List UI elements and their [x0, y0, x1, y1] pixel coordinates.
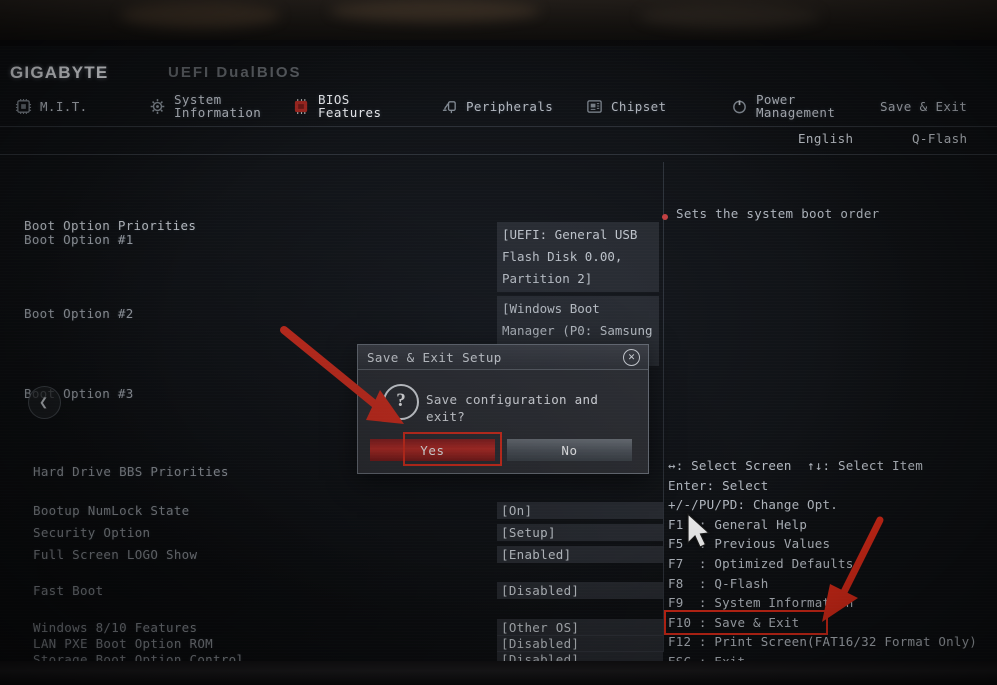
row-label-full-screen-logo[interactable]: Full Screen LOGO Show — [33, 547, 197, 562]
menu-item-system-information-label: System Information — [174, 92, 262, 120]
no-button[interactable]: No — [507, 439, 632, 461]
menu-item-power-management-label: Power Management — [756, 92, 836, 120]
help-text: Sets the system boot order — [676, 206, 880, 221]
row-label-storage-boot-control[interactable]: Storage Boot Option Control — [33, 652, 244, 661]
dialog-message: Save configuration and exit? — [426, 392, 599, 424]
chip-red-icon — [292, 98, 311, 115]
row-label-windows-features[interactable]: Windows 8/10 Features — [33, 620, 197, 635]
highlight-yes-button — [403, 432, 502, 466]
row-value-bootup-numlock[interactable]: [On] — [497, 502, 663, 519]
desk-surface-bottom — [0, 661, 997, 685]
row-label-security-option[interactable]: Security Option — [33, 525, 150, 540]
uefi-dualbios-label: UEFI DualBIOS — [168, 64, 302, 81]
power-icon — [730, 98, 749, 115]
row-value-boot-option-1[interactable]: [UEFI: General USB Flash Disk 0.00, Part… — [497, 222, 659, 292]
help-marker-dot — [662, 214, 668, 220]
row-label-fast-boot[interactable]: Fast Boot — [33, 583, 103, 598]
menu-item-chipset[interactable]: Chipset — [585, 86, 666, 126]
menu-item-peripherals-label: Peripherals — [466, 98, 554, 114]
row-value-full-screen-logo[interactable]: [Enabled] — [497, 546, 663, 563]
section-title-boot-priorities: Boot Option Priorities — [24, 218, 197, 233]
screenshot-root: GIGABYTE UEFI DualBIOS M.I.T. System Inf… — [0, 0, 997, 685]
menu-item-power-management[interactable]: Power Management — [730, 86, 835, 126]
monitor-screen: GIGABYTE UEFI DualBIOS M.I.T. System Inf… — [0, 46, 997, 661]
plug-icon — [440, 98, 459, 115]
language-selector[interactable]: English — [798, 131, 853, 146]
menu-item-mit-label: M.I.T. — [40, 98, 88, 114]
divider-sub — [0, 154, 997, 155]
menu-item-save-and-exit-label: Save & Exit — [880, 98, 968, 114]
highlight-f10-save-exit — [664, 610, 828, 635]
row-value-windows-features[interactable]: [Other OS] — [497, 619, 663, 636]
chevron-left-icon[interactable]: ❮ — [28, 386, 61, 419]
menu-item-chipset-label: Chipset — [611, 98, 667, 114]
menu-item-save-and-exit[interactable]: Save & Exit — [880, 86, 967, 126]
menu-item-bios-features-label: BIOS Features — [318, 92, 382, 120]
divider-top — [0, 126, 997, 127]
panel-divider — [663, 162, 664, 652]
row-label-bootup-numlock[interactable]: Bootup NumLock State — [33, 503, 190, 518]
row-value-lan-pxe-rom[interactable]: [Disabled] — [497, 635, 663, 652]
row-label-boot-option-1[interactable]: Boot Option #1 — [24, 232, 134, 247]
qflash-button[interactable]: Q-Flash — [912, 131, 967, 146]
menu-item-system-information[interactable]: System Information — [148, 86, 261, 126]
row-label-boot-option-2[interactable]: Boot Option #2 — [24, 306, 134, 321]
red-arrow-to-f10-icon — [818, 514, 888, 629]
main-menu-bar: M.I.T. System Information BIOS Features — [0, 86, 997, 126]
menu-item-mit[interactable]: M.I.T. — [14, 86, 88, 126]
row-value-storage-boot-control[interactable]: [Disabled] — [497, 651, 663, 661]
sub-toolbar: English Q-Flash — [0, 128, 997, 154]
gigabyte-logo: GIGABYTE — [10, 63, 109, 82]
bios-setup-utility: GIGABYTE UEFI DualBIOS M.I.T. System Inf… — [0, 46, 997, 661]
row-label-hard-drive-bbs[interactable]: Hard Drive BBS Priorities — [33, 464, 229, 479]
gear-icon — [148, 98, 167, 115]
menu-item-peripherals[interactable]: Peripherals — [440, 86, 553, 126]
row-value-fast-boot[interactable]: [Disabled] — [497, 582, 663, 599]
brand-bar: GIGABYTE UEFI DualBIOS — [0, 54, 997, 82]
row-value-security-option[interactable]: [Setup] — [497, 524, 663, 541]
cpu-icon — [14, 98, 33, 115]
red-arrow-to-yes-icon — [278, 324, 408, 434]
board-icon — [585, 98, 604, 115]
close-icon[interactable]: ✕ — [623, 349, 640, 366]
menu-item-bios-features[interactable]: BIOS Features — [292, 86, 381, 126]
row-label-lan-pxe-rom[interactable]: LAN PXE Boot Option ROM — [33, 636, 213, 651]
